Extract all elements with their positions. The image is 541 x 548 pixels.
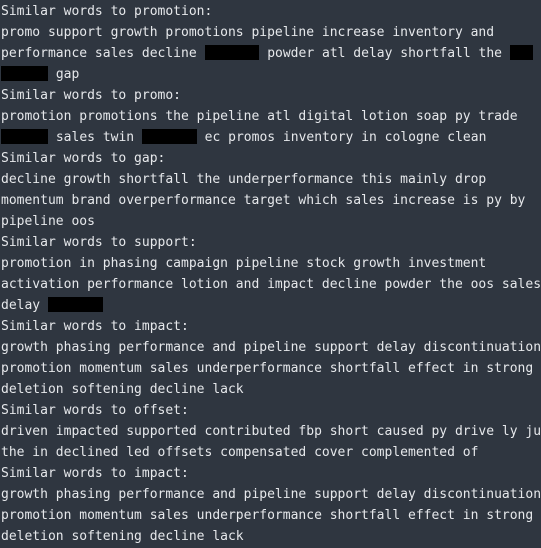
output-text: Similar words to support: — [1, 235, 197, 250]
redaction-block — [204, 45, 260, 60]
output-line: growth phasing performance and pipeline … — [1, 484, 541, 505]
output-text: Similar words to promo: — [1, 88, 182, 103]
output-line: performance sales decline powder atl del… — [1, 43, 541, 64]
redaction-block — [1, 66, 49, 81]
output-text: gap — [48, 67, 80, 82]
output-line: promo support growth promotions pipeline… — [1, 22, 541, 43]
output-line: Similar words to gap: — [1, 148, 541, 169]
output-line: the in declined led offsets compensated … — [1, 442, 541, 463]
output-text: promotion promotions the pipeline atl di… — [1, 109, 518, 124]
output-line: Similar words to impact: — [1, 463, 541, 484]
output-text: decline growth shortfall the underperfor… — [1, 172, 487, 187]
output-text: Similar words to promotion: — [1, 4, 213, 19]
output-line: delay — [1, 295, 541, 316]
output-text: pipeline oos — [1, 214, 95, 229]
output-text: sales twin — [48, 130, 142, 145]
output-text: Similar words to impact: — [1, 466, 189, 481]
output-line: deletion softening decline lack — [1, 379, 541, 400]
output-line: promotion momentum sales underperformanc… — [1, 358, 541, 379]
output-text: Similar words to offset: — [1, 403, 189, 418]
output-text: momentum brand overperformance target wh… — [1, 193, 526, 208]
output-line: sales twin ec promos inventory in cologn… — [1, 127, 541, 148]
output-line: deletion softening decline lack — [1, 526, 541, 547]
redaction-block — [47, 297, 103, 312]
output-text: the in declined led offsets compensated … — [1, 445, 479, 460]
output-line: promotion promotions the pipeline atl di… — [1, 106, 541, 127]
output-text: driven impacted supported contributed fb… — [1, 424, 541, 439]
output-line: growth phasing performance and pipeline … — [1, 337, 541, 358]
redaction-block — [509, 45, 534, 60]
output-text: deletion softening decline lack — [1, 529, 244, 544]
output-text: delay — [1, 298, 48, 313]
output-text: promotion momentum sales underperformanc… — [1, 361, 534, 376]
output-line: Similar words to impact: — [1, 316, 541, 337]
output-line: gap — [1, 64, 541, 85]
output-text: powder atl delay shortfall the — [259, 46, 510, 61]
output-line: promotion momentum sales underperformanc… — [1, 505, 541, 526]
output-line: pipeline oos — [1, 211, 541, 232]
output-line: promotion in phasing campaign pipeline s… — [1, 253, 541, 274]
redaction-block — [1, 129, 49, 144]
output-text: ec promos inventory in cologne clean — [196, 130, 487, 145]
output-text: growth phasing performance and pipeline … — [1, 340, 541, 355]
output-text: performance sales decline — [1, 46, 205, 61]
output-console: Similar words to promotion: promo support… — [0, 0, 541, 548]
output-line: Similar words to support: — [1, 232, 541, 253]
output-line: Similar words to promo: — [1, 85, 541, 106]
output-text: promotion in phasing campaign pipeline s… — [1, 256, 487, 271]
output-line: driven impacted supported contributed fb… — [1, 421, 541, 442]
output-text: growth phasing performance and pipeline … — [1, 487, 541, 502]
redaction-block — [141, 129, 197, 144]
output-text: Similar words to gap: — [1, 151, 166, 166]
output-text: deletion softening decline lack — [1, 382, 244, 397]
output-line: activation performance lotion and impact… — [1, 274, 541, 295]
output-text: promo support growth promotions pipeline… — [1, 25, 495, 40]
output-line: Similar words to offset: — [1, 400, 541, 421]
output-line: momentum brand overperformance target wh… — [1, 190, 541, 211]
output-text: promotion momentum sales underperformanc… — [1, 508, 534, 523]
output-text: Similar words to impact: — [1, 319, 189, 334]
output-line: Similar words to promotion: — [1, 1, 541, 22]
output-text: activation performance lotion and impact… — [1, 277, 541, 292]
output-line: decline growth shortfall the underperfor… — [1, 169, 541, 190]
